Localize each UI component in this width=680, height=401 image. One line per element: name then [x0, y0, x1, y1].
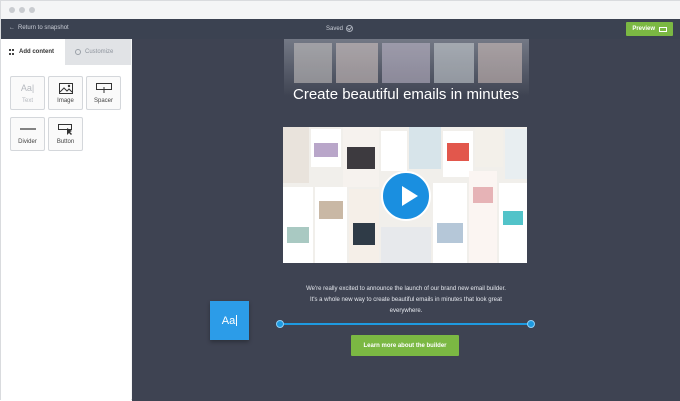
hero-thumb: [434, 43, 474, 83]
preview-label: Preview: [632, 26, 655, 32]
template-tile: [315, 187, 347, 263]
content-blocks-panel: Aa| Text Image Spacer Divider Button: [1, 65, 131, 401]
arrow-left-icon: ←: [9, 25, 15, 31]
return-to-snapshot-link[interactable]: ← Return to snapshot: [9, 25, 69, 31]
template-tile: [409, 127, 441, 169]
preview-button[interactable]: Preview: [626, 22, 673, 36]
hero-thumb: [382, 43, 430, 83]
save-status: Saved: [326, 25, 354, 32]
block-image-label: Image: [57, 98, 74, 104]
template-tile: [381, 131, 407, 171]
image-icon: [58, 83, 73, 94]
play-icon[interactable]: [381, 171, 431, 221]
tab-customize[interactable]: Customize: [65, 39, 131, 65]
text-caret-icon: [236, 315, 238, 326]
tab-customize-label: Customize: [85, 49, 114, 55]
email-canvas: Create beautiful emails in minutes We're…: [132, 39, 680, 401]
announcement-text: We're really excited to announce the lau…: [306, 286, 506, 314]
template-tile: [469, 171, 497, 263]
window-dot-icon: [9, 7, 15, 13]
video-thumbnail[interactable]: [283, 127, 527, 263]
template-tile: [473, 187, 493, 203]
text-block-drag-handle[interactable]: Aa: [210, 301, 249, 340]
return-label: Return to snapshot: [18, 25, 69, 31]
template-tile: [287, 227, 309, 243]
divider-icon: [19, 128, 36, 130]
template-tile: [283, 127, 309, 183]
block-image[interactable]: Image: [48, 76, 83, 110]
hero-thumb: [336, 43, 378, 83]
resize-handle-right[interactable]: [527, 320, 535, 328]
top-bar: ← Return to snapshot Saved Preview: [1, 19, 680, 39]
headline: Create beautiful emails in minutes: [293, 86, 519, 103]
sidebar-tabs: Add content Customize: [1, 39, 131, 65]
template-tile: [319, 201, 343, 219]
window-dot-icon: [19, 7, 25, 13]
block-divider[interactable]: Divider: [10, 117, 45, 151]
button-cursor-icon: [57, 124, 72, 135]
template-tile: [381, 227, 431, 263]
text-block-label: Aa: [221, 314, 236, 327]
grid-icon: [9, 49, 15, 55]
block-text[interactable]: Aa| Text: [10, 76, 45, 110]
template-tile: [283, 187, 313, 263]
template-tile: [437, 223, 463, 243]
block-divider-label: Divider: [18, 139, 37, 145]
resize-handle-left[interactable]: [276, 320, 284, 328]
app-window: ← Return to snapshot Saved Preview Add c…: [0, 0, 680, 401]
block-text-label: Text: [21, 98, 33, 104]
spacer-icon: [95, 83, 112, 93]
template-tile: [314, 143, 338, 157]
window-chrome: [1, 1, 680, 19]
check-circle-icon: [346, 25, 354, 32]
window-dot-icon: [29, 7, 35, 13]
selection-line: [280, 323, 531, 325]
text-aa-icon: Aa|: [20, 83, 35, 93]
template-tile: [505, 129, 527, 179]
template-tile: [347, 147, 375, 169]
template-tile: [447, 143, 469, 161]
save-status-label: Saved: [326, 25, 344, 32]
block-spacer-label: Spacer: [93, 98, 113, 104]
template-tile: [503, 211, 523, 225]
tab-add-content-label: Add content: [19, 49, 54, 55]
hero-thumb: [478, 43, 522, 83]
sidebar: Add content Customize Aa| Text Image Spa…: [1, 39, 131, 401]
block-button[interactable]: Button: [48, 117, 83, 151]
gear-icon: [75, 49, 81, 55]
template-tile: [353, 223, 375, 245]
tab-add-content[interactable]: Add content: [1, 39, 65, 65]
template-tile: [475, 127, 503, 167]
hero-thumb: [294, 43, 332, 83]
block-spacer[interactable]: Spacer: [86, 76, 121, 110]
devices-icon: [659, 26, 667, 32]
block-button-label: Button: [56, 139, 75, 145]
learn-more-button[interactable]: Learn more about the builder: [351, 335, 459, 356]
learn-more-label: Learn more about the builder: [363, 342, 447, 349]
